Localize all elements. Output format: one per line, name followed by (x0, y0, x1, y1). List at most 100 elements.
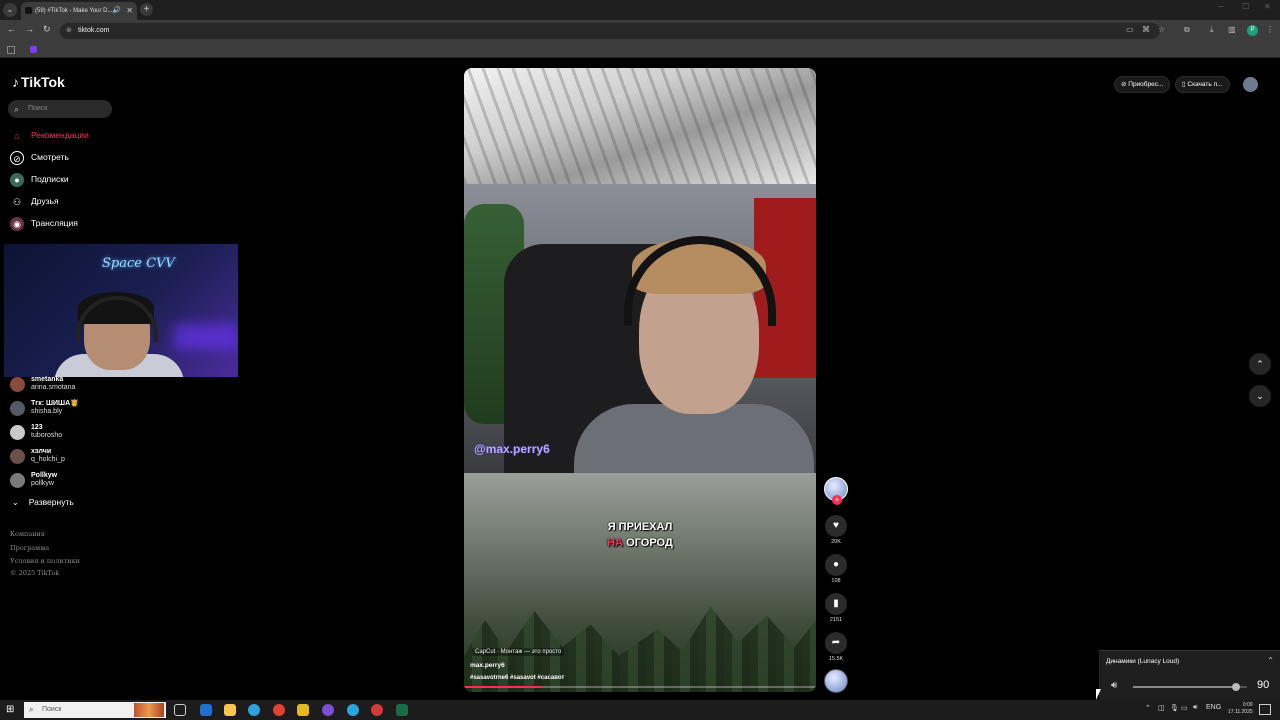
app-icon-5[interactable] (396, 704, 408, 716)
tiktok-logo[interactable]: ♪ TikTok (12, 74, 65, 90)
tab-close-button[interactable]: ✕ (126, 2, 133, 20)
share-button[interactable]: ➦ 15.5K (824, 632, 848, 662)
bookmark-star-icon[interactable]: ☆ (1158, 25, 1165, 34)
nav-item-friends[interactable]: ⚇ Друзья (10, 193, 59, 209)
windows-start-icon[interactable]: ⊞ (6, 704, 18, 716)
audio-device-name[interactable]: Динамики (Lunacy Loud) (1106, 658, 1179, 665)
creator-avatar[interactable]: + (824, 477, 848, 505)
neon-sign-text: Space CVV (102, 256, 175, 271)
video-player[interactable]: @max.perry6 Я ПРИЕХАЛ НА ОГОРОД CapCut ·… (464, 68, 816, 692)
previous-video-button[interactable]: ⌃ (1249, 353, 1271, 375)
tab-title: (59) #TikTok - Make Your D... (35, 8, 113, 14)
footer-terms-link[interactable]: Условия и политики (10, 557, 80, 565)
profile-avatar[interactable]: P (1247, 25, 1258, 36)
logo-text: TikTok (21, 74, 65, 90)
foggy-forest-footage (464, 473, 816, 692)
nav-item-recommended[interactable]: ⌂ Рекомендации (10, 127, 89, 143)
chevron-down-icon: ⌄ (1256, 391, 1264, 401)
capcut-label[interactable]: CapCut · Монтаж — это просто (472, 648, 565, 656)
file-explorer-icon[interactable] (224, 704, 236, 716)
save-count: 2151 (829, 617, 843, 623)
user-avatar[interactable] (1243, 77, 1258, 92)
like-button[interactable]: ♥ 20K (824, 515, 848, 545)
language-indicator[interactable]: ENG (1206, 704, 1221, 711)
footer-company-link[interactable]: Компания (10, 530, 45, 538)
save-button[interactable]: ▮ 2151 (824, 593, 848, 623)
heart-icon: ♥ (825, 515, 847, 537)
tray-app-icon[interactable]: ◫ (1158, 704, 1165, 712)
get-coins-button[interactable]: ⊘ Приобрес... (1114, 76, 1171, 93)
bookmark-favicon-icon[interactable] (30, 46, 37, 53)
streamer-webcam-overlay: Space CVV (4, 244, 238, 377)
avatar (10, 449, 25, 464)
chrome-icon[interactable] (273, 704, 285, 716)
task-view-icon[interactable] (174, 704, 186, 716)
network-icon[interactable]: ▭ (1181, 704, 1188, 712)
next-video-button[interactable]: ⌄ (1249, 385, 1271, 407)
download-app-button[interactable]: ▯ Скачать п... (1175, 76, 1230, 93)
volume-value: 90 (1257, 679, 1270, 691)
download-app-label: Скачать п... (1187, 81, 1223, 88)
notifications-icon[interactable] (1259, 704, 1271, 715)
tray-volume-icon[interactable]: 🔊︎ (1193, 704, 1197, 712)
streamer-shirt (574, 404, 814, 484)
taskbar-search-input[interactable]: ⌕ Поиск (24, 702, 166, 718)
telegram-icon[interactable] (248, 704, 260, 716)
browser-tab[interactable]: (59) #TikTok - Make Your D... 🔊 ✕ (21, 2, 137, 20)
microphone-icon[interactable]: 🎙︎ (1170, 704, 1179, 712)
search-icon: ⌕ (14, 104, 20, 114)
chevron-up-icon[interactable]: ⌃ (1267, 656, 1274, 665)
progress-fill (464, 686, 542, 688)
video-hashtags[interactable]: #sasavotrne6 #sasavot #сасавот (470, 675, 564, 681)
video-author[interactable]: max.perry6 (470, 662, 505, 669)
speaker-icon[interactable]: 🔊︎ (1111, 680, 1117, 691)
new-tab-button[interactable]: + (140, 3, 153, 16)
reload-icon[interactable]: ↻ (43, 24, 51, 35)
side-panel-icon[interactable]: ▥ (1228, 25, 1236, 34)
extensions-icon[interactable]: ⧉ (1184, 25, 1190, 35)
volume-slider-fill (1133, 686, 1236, 688)
video-progress-bar[interactable] (464, 686, 816, 688)
friends-icon: ⚇ (12, 196, 22, 207)
maximize-icon[interactable]: ☐ (1242, 2, 1249, 11)
caption-highlight: НА (607, 537, 624, 549)
app-icon-2[interactable] (297, 704, 309, 716)
downloads-icon[interactable]: ⤓ (1210, 25, 1214, 35)
expand-following-button[interactable]: ⌄ Развернуть (12, 497, 74, 507)
follow-plus-icon[interactable]: + (832, 495, 842, 505)
volume-slider[interactable] (1133, 683, 1247, 691)
site-info-icon[interactable]: ⊜ (66, 23, 72, 39)
translate-icon[interactable]: ⌘ (1142, 25, 1150, 34)
music-disc-icon[interactable] (824, 669, 848, 693)
footer-program-link[interactable]: Программа (10, 544, 49, 552)
address-bar[interactable]: ⊜ tiktok.com (60, 23, 1160, 39)
taskbar-clock[interactable]: 0:09 17.11.2025 (1228, 702, 1253, 716)
window-close-icon[interactable]: ✕ (1264, 2, 1271, 11)
back-icon[interactable]: ← (7, 24, 16, 34)
get-coins-label: Приобрес... (1128, 81, 1164, 88)
account-username: arina.smotana (31, 384, 76, 391)
tab-audio-icon[interactable]: 🔊 (112, 2, 121, 20)
search-input[interactable]: ⌕ Поиск (8, 100, 112, 118)
nav-item-live[interactable]: ◉ Трансляция (10, 215, 78, 231)
nav-item-following[interactable]: ● Подписки (10, 171, 69, 187)
forward-icon[interactable]: → (25, 24, 34, 34)
app-icon-4[interactable] (371, 704, 383, 716)
browser-menu-icon[interactable]: ⋮ (1266, 25, 1274, 34)
search-icon: ⌕ (29, 705, 34, 714)
comment-icon: ● (825, 554, 847, 576)
tab-search-button[interactable]: ⌄ (3, 3, 17, 17)
cast-icon[interactable]: ▭ (1126, 25, 1134, 34)
apps-grid-icon[interactable] (7, 46, 15, 54)
minimize-icon[interactable]: ─ (1218, 2, 1224, 11)
tiktok-favicon-icon (25, 7, 32, 14)
nav-item-explore[interactable]: ⊘ Смотреть (10, 149, 69, 165)
search-placeholder: Поиск (28, 105, 48, 112)
app-icon-1[interactable] (200, 704, 212, 716)
volume-slider-thumb[interactable] (1231, 683, 1240, 691)
volume-flyout: Динамики (Lunacy Loud) ⌃ 🔊︎ 90 (1099, 650, 1280, 700)
discord-icon[interactable] (322, 704, 334, 716)
comment-button[interactable]: ● 108 (824, 554, 848, 584)
app-icon-3[interactable] (347, 704, 359, 716)
tray-chevron-icon[interactable]: ⌃ (1145, 704, 1151, 712)
